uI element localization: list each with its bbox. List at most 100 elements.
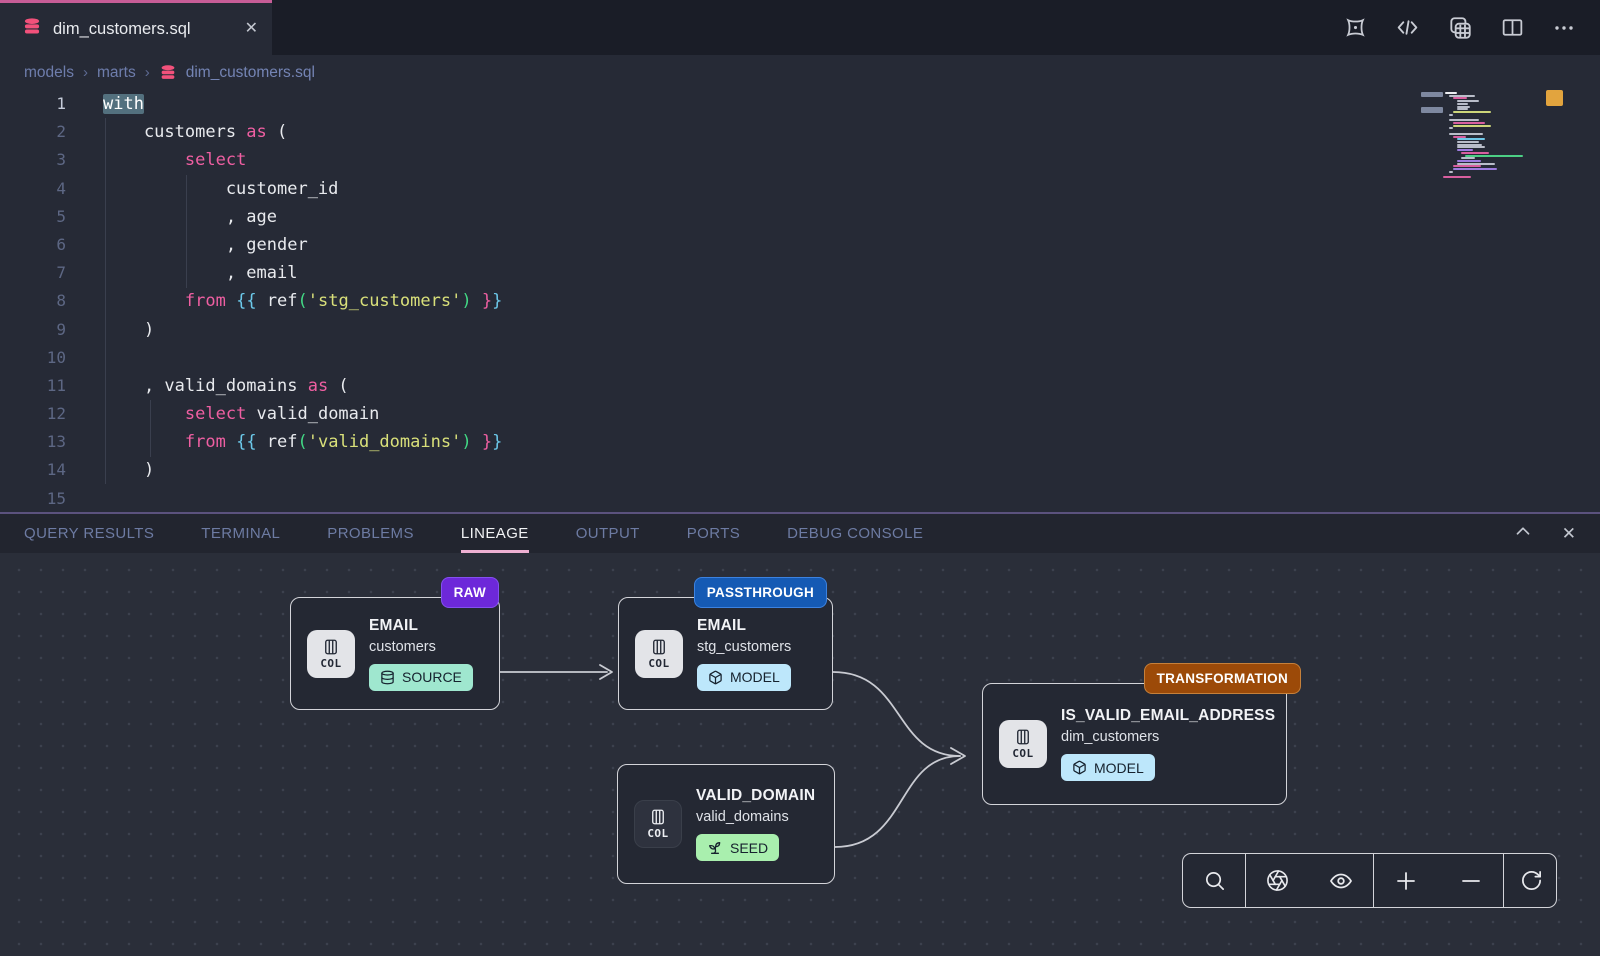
- code-text: from {{ ref('stg_customers') }}: [66, 287, 502, 315]
- line-number[interactable]: 8: [0, 287, 66, 315]
- breadcrumb-item-file[interactable]: dim_customers.sql: [186, 64, 315, 82]
- dbt-logo-icon[interactable]: [1343, 15, 1368, 40]
- code-line[interactable]: 13 from {{ ref('valid_domains') }}: [0, 428, 1600, 456]
- bottom-panel-bar: QUERY RESULTS TERMINAL PROBLEMS LINEAGE OUTP…: [0, 512, 1600, 553]
- code-line[interactable]: 9 ): [0, 316, 1600, 344]
- code-editor[interactable]: 1with2 customers as (3 select4 customer_…: [0, 90, 1600, 512]
- minimap-line: [1453, 97, 1467, 99]
- zoom-in-icon[interactable]: [1374, 854, 1439, 907]
- column-name: VALID_DOMAIN: [696, 787, 815, 805]
- code-line[interactable]: 6 , gender: [0, 231, 1600, 259]
- code-line[interactable]: 14 ): [0, 456, 1600, 484]
- line-number[interactable]: 12: [0, 400, 66, 428]
- lineage-node-customers[interactable]: RAW COL EMAIL customers SOURCE: [290, 597, 500, 710]
- code-line[interactable]: 4 customer_id: [0, 175, 1600, 203]
- line-number[interactable]: 14: [0, 456, 66, 484]
- column-chip: COL: [634, 800, 682, 848]
- breadcrumb-item-models[interactable]: models: [24, 64, 74, 82]
- code-preview-icon[interactable]: [1395, 15, 1420, 40]
- line-number[interactable]: 6: [0, 231, 66, 259]
- overview-ruler-marker: [1546, 90, 1563, 106]
- code-text: with: [66, 90, 144, 118]
- minimap-line: [1453, 136, 1466, 138]
- lineage-node-valid-domains[interactable]: COL VALID_DOMAIN valid_domains SEED: [617, 764, 835, 884]
- line-number[interactable]: 2: [0, 118, 66, 146]
- minimap-line: [1457, 108, 1468, 110]
- query-results-icon[interactable]: [1447, 15, 1473, 41]
- breadcrumb-item-marts[interactable]: marts: [97, 64, 136, 82]
- model-pill: MODEL: [697, 664, 791, 691]
- breadcrumb-separator: ›: [145, 64, 150, 81]
- code-text: ): [66, 316, 154, 344]
- refresh-icon[interactable]: [1504, 854, 1557, 907]
- line-number[interactable]: 15: [0, 485, 66, 512]
- panel-tab-terminal[interactable]: TERMINAL: [201, 514, 280, 553]
- close-tab-icon[interactable]: ✕: [245, 21, 258, 37]
- panel-actions: ✕: [1512, 514, 1576, 553]
- eye-icon[interactable]: [1310, 854, 1374, 907]
- code-line[interactable]: 5 , age: [0, 203, 1600, 231]
- tab-dim-customers[interactable]: dim_customers.sql ✕: [0, 0, 272, 55]
- model-pill: MODEL: [1061, 754, 1155, 781]
- aperture-icon[interactable]: [1246, 854, 1310, 907]
- code-line[interactable]: 11 , valid_domains as (: [0, 372, 1600, 400]
- line-number[interactable]: 10: [0, 344, 66, 372]
- editor-actions: [1343, 0, 1600, 55]
- more-actions-icon[interactable]: [1552, 16, 1576, 40]
- lineage-canvas[interactable]: RAW COL EMAIL customers SOURCE PASSTHROU…: [0, 553, 1600, 956]
- minimap-line: [1449, 171, 1453, 173]
- split-editor-icon[interactable]: [1500, 15, 1525, 40]
- code-line[interactable]: 2 customers as (: [0, 118, 1600, 146]
- minimap-line: [1453, 168, 1497, 170]
- panel-tab-problems[interactable]: PROBLEMS: [327, 514, 414, 553]
- lineage-node-dim-customers[interactable]: TRANSFORMATION COL IS_VALID_EMAIL_ADDRES…: [982, 683, 1287, 805]
- model-name: valid_domains: [696, 809, 789, 825]
- collapse-panel-icon[interactable]: [1512, 520, 1534, 547]
- minimap-line: [1461, 157, 1475, 159]
- code-text: [66, 344, 103, 372]
- editor-tab-bar: dim_customers.sql ✕: [0, 0, 1600, 55]
- close-panel-icon[interactable]: ✕: [1562, 524, 1576, 544]
- minimap-line: [1457, 141, 1479, 143]
- code-line[interactable]: 7 , email: [0, 259, 1600, 287]
- code-line[interactable]: 12 select valid_domain: [0, 400, 1600, 428]
- minimap-line: [1449, 119, 1479, 121]
- line-number[interactable]: 1: [0, 90, 66, 118]
- model-name: stg_customers: [697, 639, 791, 655]
- search-icon[interactable]: [1183, 854, 1245, 907]
- database-icon: [159, 64, 177, 82]
- minimap-line: [1453, 111, 1491, 113]
- code-text: , valid_domains as (: [66, 372, 349, 400]
- line-number[interactable]: 11: [0, 372, 66, 400]
- minimap-line: [1457, 163, 1495, 165]
- code-line[interactable]: 8 from {{ ref('stg_customers') }}: [0, 287, 1600, 315]
- panel-tab-ports[interactable]: PORTS: [687, 514, 740, 553]
- code-line[interactable]: 15: [0, 485, 1600, 512]
- minimap-line: [1449, 127, 1453, 129]
- lineage-node-stg-customers[interactable]: PASSTHROUGH COL EMAIL stg_customers MODE…: [618, 597, 833, 710]
- column-chip-label: COL: [1012, 747, 1033, 760]
- panel-tab-output[interactable]: OUTPUT: [576, 514, 640, 553]
- code-line[interactable]: 3 select: [0, 146, 1600, 174]
- line-number[interactable]: 3: [0, 146, 66, 174]
- code-line[interactable]: 1with: [0, 90, 1600, 118]
- line-number[interactable]: 5: [0, 203, 66, 231]
- panel-tab-query-results[interactable]: QUERY RESULTS: [24, 514, 154, 553]
- panel-tab-lineage[interactable]: LINEAGE: [461, 514, 529, 553]
- indent-guide: [186, 175, 187, 288]
- minimap-selection-marker: [1421, 107, 1443, 113]
- line-number[interactable]: 7: [0, 259, 66, 287]
- code-text: select: [66, 146, 246, 174]
- zoom-out-icon[interactable]: [1439, 854, 1504, 907]
- line-number[interactable]: 13: [0, 428, 66, 456]
- column-chip-label: COL: [320, 657, 341, 670]
- minimap[interactable]: [1443, 92, 1547, 292]
- line-number[interactable]: 9: [0, 316, 66, 344]
- code-line[interactable]: 10: [0, 344, 1600, 372]
- line-number[interactable]: 4: [0, 175, 66, 203]
- panel-tab-debug-console[interactable]: DEBUG CONSOLE: [787, 514, 923, 553]
- passthrough-badge: PASSTHROUGH: [694, 577, 827, 608]
- seed-pill: SEED: [696, 834, 779, 861]
- code-text: select valid_domain: [66, 400, 379, 428]
- raw-badge: RAW: [441, 577, 499, 608]
